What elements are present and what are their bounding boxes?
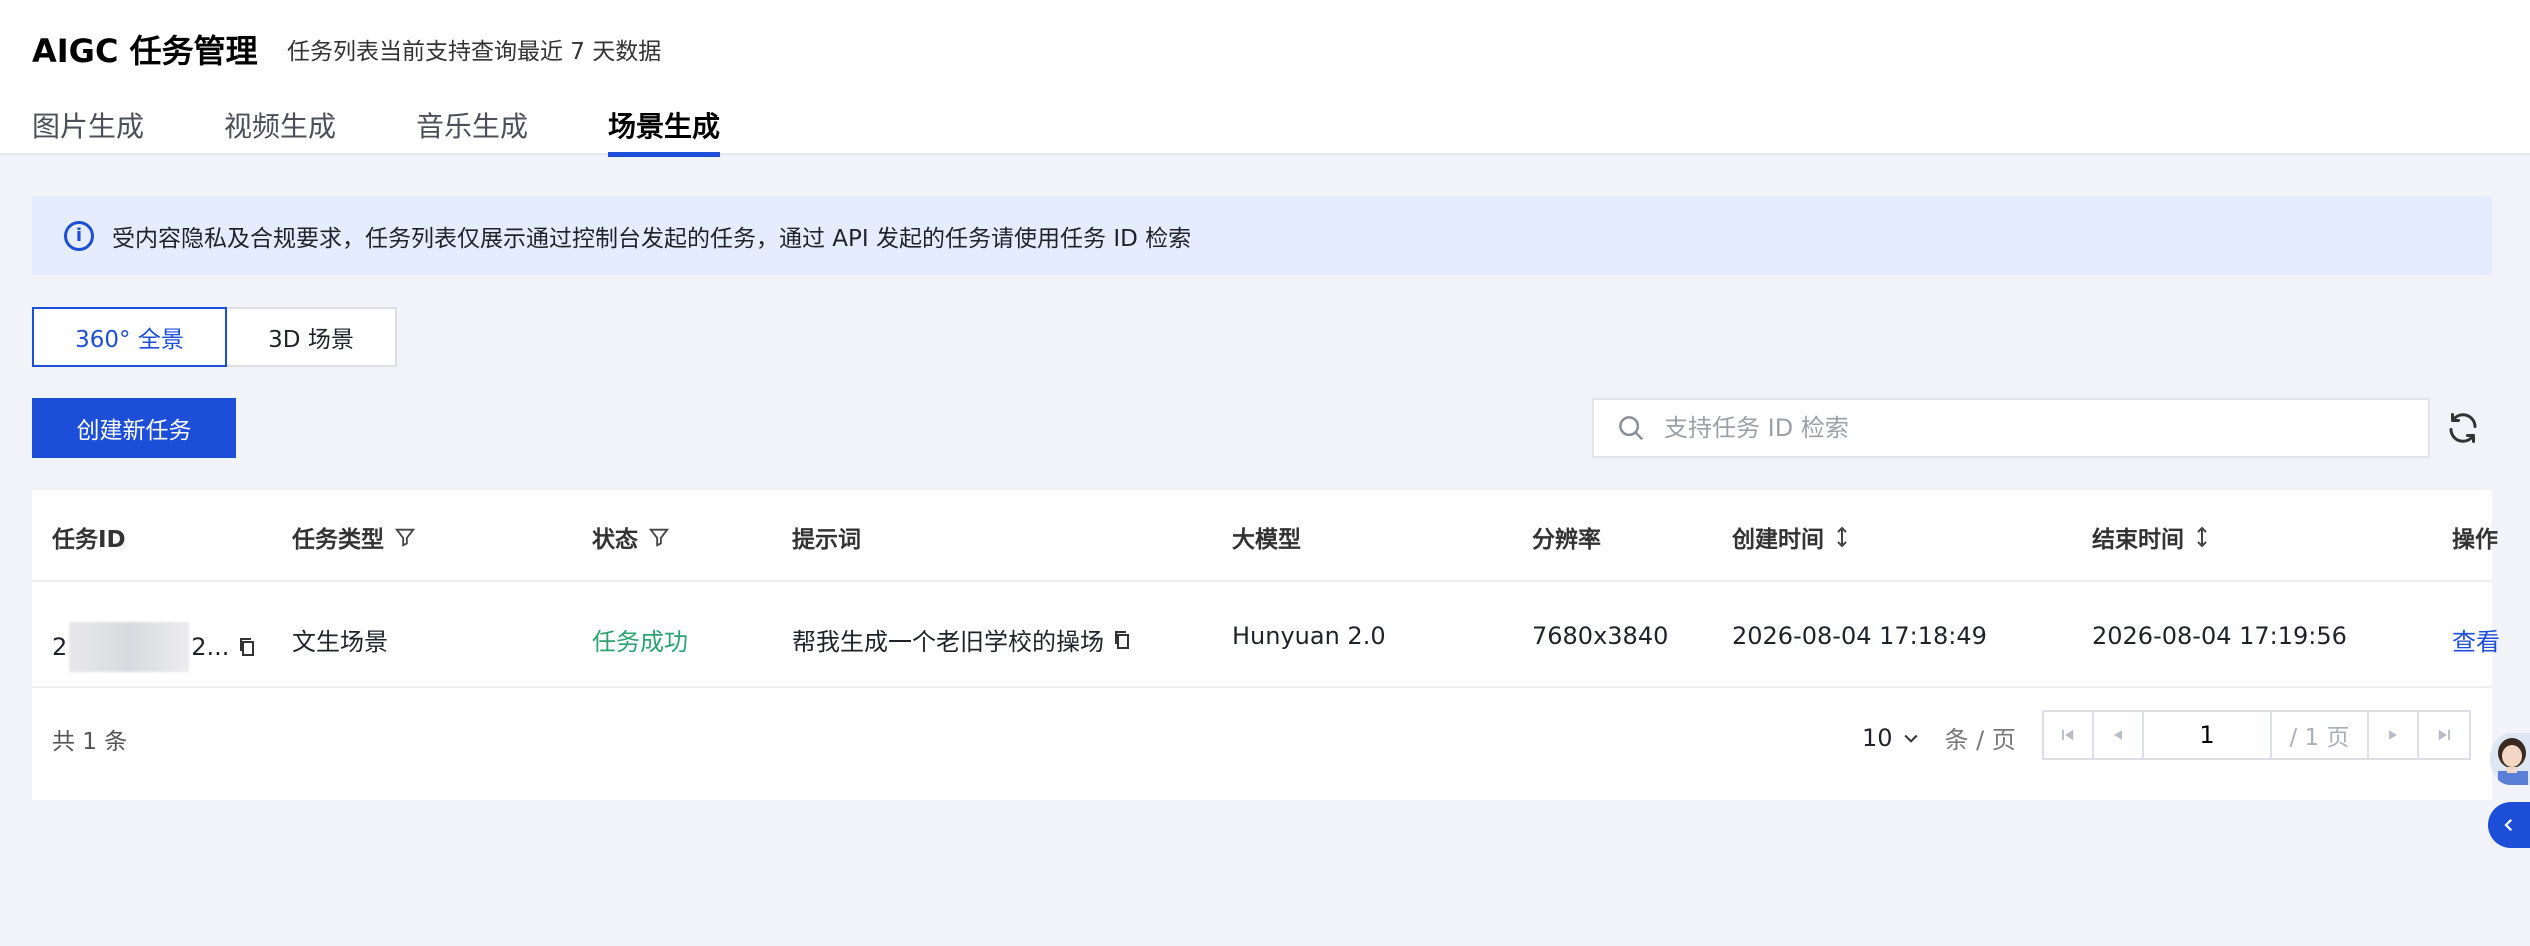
table-row: 2 2... 文生场景 任务成功 帮我生成一个老旧学校的操场 Hunyuan 2… bbox=[32, 582, 2500, 688]
page-header: AIGC 任务管理 任务列表当前支持查询最近 7 天数据 图片生成 视频生成 音… bbox=[0, 0, 2530, 157]
copy-icon[interactable] bbox=[237, 636, 257, 658]
cell-prompt: 帮我生成一个老旧学校的操场 bbox=[792, 622, 1132, 657]
prev-page-button[interactable] bbox=[2094, 712, 2144, 758]
task-id-suffix: 2... bbox=[191, 633, 230, 661]
column-model: 大模型 bbox=[1232, 520, 1301, 554]
tab-video-generation[interactable]: 视频生成 bbox=[224, 105, 336, 155]
assistant-avatar[interactable] bbox=[2490, 733, 2530, 785]
page-title: AIGC 任务管理 bbox=[32, 32, 258, 70]
sort-icon[interactable] bbox=[2194, 525, 2210, 549]
column-label: 任务类型 bbox=[292, 527, 384, 553]
segment-360-panorama[interactable]: 360° 全景 bbox=[32, 307, 227, 367]
filter-icon[interactable] bbox=[648, 526, 670, 548]
task-id-search-input[interactable] bbox=[1664, 414, 2428, 442]
page-size-value: 10 bbox=[1862, 723, 1893, 752]
notice-text: 受内容隐私及合规要求，任务列表仅展示通过控制台发起的任务，通过 API 发起的任… bbox=[112, 225, 1192, 252]
cell-task-type: 文生场景 bbox=[292, 628, 388, 656]
task-table: 任务ID 任务类型 状态 提示词 大模型 分辨率 创建时间 结束时间 操作 2 … bbox=[32, 490, 2500, 800]
info-notice: i 受内容隐私及合规要求，任务列表仅展示通过控制台发起的任务，通过 API 发起… bbox=[32, 196, 2492, 275]
page-subtitle: 任务列表当前支持查询最近 7 天数据 bbox=[287, 39, 662, 65]
chevron-left-icon bbox=[2504, 818, 2513, 832]
prev-page-icon bbox=[2114, 730, 2122, 740]
task-id-prefix: 2 bbox=[52, 633, 68, 661]
info-icon: i bbox=[64, 220, 94, 251]
column-label: 提示词 bbox=[792, 527, 861, 553]
column-label: 大模型 bbox=[1232, 527, 1301, 553]
column-label: 创建时间 bbox=[1732, 527, 1824, 553]
tab-image-generation[interactable]: 图片生成 bbox=[32, 105, 144, 155]
cell-task-id: 2 2... bbox=[52, 622, 257, 672]
cell-end-time: 2026-08-04 17:19:56 bbox=[2092, 622, 2347, 650]
search-box bbox=[1592, 398, 2430, 458]
filter-icon[interactable] bbox=[394, 526, 416, 548]
search-icon bbox=[1619, 416, 1644, 441]
tab-scene-generation[interactable]: 场景生成 bbox=[608, 105, 721, 157]
column-label: 任务ID bbox=[52, 527, 126, 553]
column-status: 状态 bbox=[592, 520, 670, 554]
column-resolution: 分辨率 bbox=[1532, 520, 1601, 554]
copy-icon[interactable] bbox=[1112, 629, 1132, 651]
next-page-icon bbox=[2389, 730, 2397, 740]
prompt-text: 帮我生成一个老旧学校的操场 bbox=[792, 628, 1104, 656]
page-size-unit: 条 / 页 bbox=[1944, 726, 2016, 754]
column-label: 结束时间 bbox=[2092, 527, 2184, 553]
column-created-time: 创建时间 bbox=[1732, 520, 1850, 554]
first-page-button[interactable] bbox=[2044, 712, 2094, 758]
scene-type-switch: 360° 全景 3D 场景 bbox=[32, 307, 397, 367]
cell-created-time: 2026-08-04 17:18:49 bbox=[1732, 622, 1987, 650]
chevron-down-icon bbox=[1903, 734, 1918, 743]
page-size-select[interactable]: 10 条 / 页 bbox=[1862, 720, 2016, 755]
column-actions: 操作 bbox=[2452, 520, 2498, 554]
view-link[interactable]: 查看 bbox=[2452, 622, 2500, 657]
pagination-controls: / 1 页 bbox=[2042, 710, 2471, 760]
column-label: 操作 bbox=[2452, 527, 2498, 553]
avatar-image bbox=[2490, 733, 2530, 785]
tab-music-generation[interactable]: 音乐生成 bbox=[416, 105, 528, 155]
column-label: 分辨率 bbox=[1532, 527, 1601, 553]
table-header: 任务ID 任务类型 状态 提示词 大模型 分辨率 创建时间 结束时间 操作 bbox=[32, 490, 2498, 582]
column-task-type: 任务类型 bbox=[292, 520, 416, 554]
status-badge: 任务成功 bbox=[592, 628, 688, 656]
cell-resolution: 7680x3840 bbox=[1532, 622, 1669, 650]
tab-bar: 图片生成 视频生成 音乐生成 场景生成 bbox=[32, 105, 800, 157]
last-page-button[interactable] bbox=[2419, 712, 2469, 758]
refresh-icon[interactable] bbox=[2445, 410, 2481, 446]
cell-model: Hunyuan 2.0 bbox=[1232, 622, 1386, 650]
next-page-button[interactable] bbox=[2369, 712, 2419, 758]
column-task-id: 任务ID bbox=[52, 520, 126, 554]
first-page-icon bbox=[2062, 729, 2074, 741]
page-number-input[interactable] bbox=[2144, 712, 2272, 758]
total-pages: / 1 页 bbox=[2272, 712, 2369, 758]
total-count: 共 1 条 bbox=[52, 729, 128, 755]
column-prompt: 提示词 bbox=[792, 520, 861, 554]
segment-3d-scene[interactable]: 3D 场景 bbox=[227, 307, 397, 367]
create-task-button[interactable]: 创建新任务 bbox=[32, 398, 236, 458]
column-label: 状态 bbox=[592, 527, 638, 553]
collapse-panel-button[interactable] bbox=[2488, 802, 2530, 848]
last-page-icon bbox=[2438, 729, 2450, 741]
column-end-time: 结束时间 bbox=[2092, 520, 2210, 554]
sort-icon[interactable] bbox=[1834, 525, 1850, 549]
redacted-id-blur bbox=[69, 622, 190, 672]
